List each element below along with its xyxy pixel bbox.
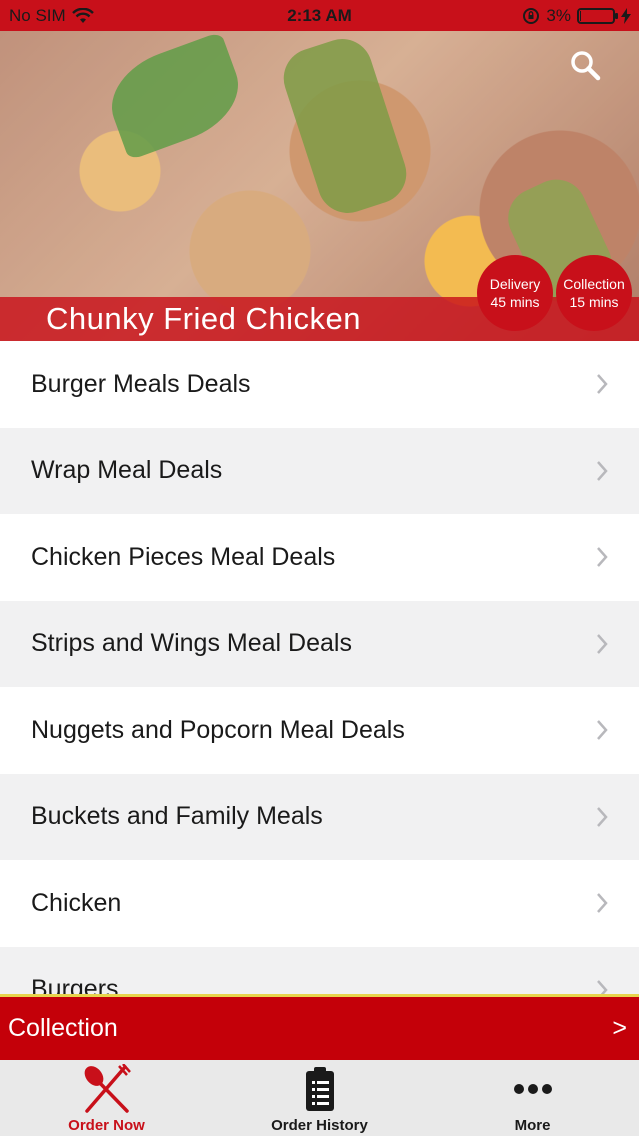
menu-category-chicken[interactable]: Chicken: [0, 860, 639, 947]
menu-category-list[interactable]: Burger Meals Deals Wrap Meal Deals Chick…: [0, 341, 639, 994]
carrier-label: No SIM: [9, 5, 66, 25]
battery-icon: [577, 7, 618, 24]
menu-category-label: Burger Meals Deals: [31, 369, 251, 398]
collection-time-badge: Collection 15 mins: [556, 255, 632, 331]
search-icon[interactable]: [569, 49, 601, 81]
order-mode-arrow-icon: >: [612, 1014, 627, 1042]
menu-category-label: Chicken: [31, 888, 122, 917]
order-mode-bar[interactable]: Collection >: [0, 994, 639, 1060]
battery-fill: [580, 10, 581, 21]
menu-category-wrap-meal-deals[interactable]: Wrap Meal Deals: [0, 427, 639, 514]
charging-bolt-icon: [621, 7, 631, 24]
menu-category-label: Strips and Wings Meal Deals: [31, 629, 352, 658]
chevron-right-icon: [597, 633, 608, 654]
delivery-time: 45 mins: [490, 294, 540, 310]
tab-order-history[interactable]: Order History: [213, 1060, 426, 1136]
chevron-right-icon: [597, 374, 608, 395]
chevron-right-icon: [597, 720, 608, 741]
collection-label: Collection: [563, 276, 625, 292]
clipboard-icon: [305, 1067, 334, 1111]
menu-category-label: Wrap Meal Deals: [31, 456, 223, 485]
menu-category-label: Chicken Pieces Meal Deals: [31, 542, 336, 571]
menu-category-label: Burgers: [31, 975, 119, 994]
more-dots-icon: [513, 1084, 552, 1094]
delivery-time-badge: Delivery 45 mins: [477, 255, 553, 331]
menu-category-buckets-and-family-meals[interactable]: Buckets and Family Meals: [0, 773, 639, 860]
wifi-icon: [71, 7, 94, 23]
chevron-right-icon: [597, 547, 608, 568]
fork-knife-icon: [84, 1064, 131, 1113]
status-right: 3%: [522, 6, 631, 26]
menu-category-chicken-pieces-meal-deals[interactable]: Chicken Pieces Meal Deals: [0, 514, 639, 601]
status-left: No SIM: [9, 6, 94, 26]
collection-time: 15 mins: [569, 294, 619, 310]
hero-banner: Chunky Fried Chicken Delivery 45 mins Co…: [0, 31, 639, 341]
tab-label: More: [514, 1117, 551, 1134]
status-bar: No SIM 2:13 AM 3%: [0, 0, 639, 31]
menu-category-label: Buckets and Family Meals: [31, 802, 323, 831]
menu-category-strips-and-wings-meal-deals[interactable]: Strips and Wings Meal Deals: [0, 600, 639, 687]
restaurant-name: Chunky Fried Chicken: [46, 301, 361, 336]
tab-label: Order Now: [68, 1117, 145, 1134]
tab-order-now[interactable]: Order Now: [0, 1060, 213, 1136]
chevron-right-icon: [597, 893, 608, 914]
chevron-right-icon: [597, 806, 608, 827]
battery-percent: 3%: [546, 5, 571, 25]
delivery-label: Delivery: [489, 276, 541, 292]
chevron-right-icon: [597, 979, 608, 994]
menu-category-burgers[interactable]: Burgers: [0, 946, 639, 994]
menu-category-burger-meals-deals[interactable]: Burger Meals Deals: [0, 341, 639, 428]
menu-category-label: Nuggets and Popcorn Meal Deals: [31, 715, 405, 744]
order-mode-label: Collection: [8, 1014, 118, 1042]
menu-category-nuggets-and-popcorn-meal-deals[interactable]: Nuggets and Popcorn Meal Deals: [0, 687, 639, 774]
tab-more[interactable]: More: [426, 1060, 639, 1136]
orientation-lock-icon: [523, 7, 540, 24]
tab-label: Order History: [271, 1117, 368, 1134]
bottom-tab-bar: Order Now Order History More: [0, 1060, 639, 1136]
chevron-right-icon: [597, 460, 608, 481]
